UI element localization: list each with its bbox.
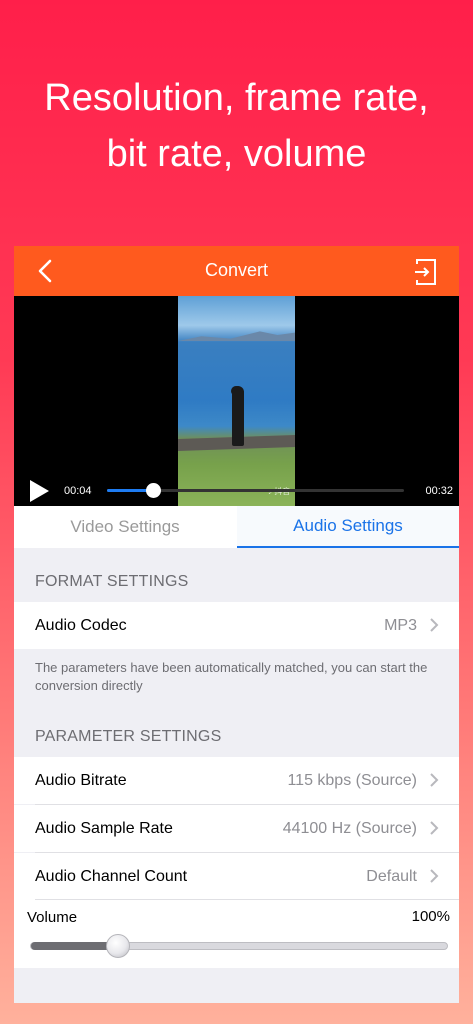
volume-slider-thumb[interactable] <box>106 934 131 958</box>
video-player[interactable]: ♪ 抖音 00:04 00:32 <box>14 296 459 506</box>
volume-value: 100% <box>411 908 450 925</box>
nav-bar: Convert <box>14 246 459 296</box>
play-icon[interactable] <box>28 479 50 503</box>
app-screen: Convert ♪ 抖音 00:04 00:32 Video Settings … <box>14 246 459 1003</box>
total-time: 00:32 <box>425 485 453 497</box>
audio-bitrate-label: Audio Bitrate <box>35 772 127 789</box>
volume-slider[interactable] <box>30 934 448 958</box>
volume-label: Volume <box>27 909 78 926</box>
settings-tabs: Video Settings Audio Settings <box>14 506 459 548</box>
audio-codec-row[interactable]: Audio Codec MP3 <box>14 602 459 649</box>
auto-match-hint: The parameters have been automatically m… <box>35 660 428 693</box>
audio-sample-rate-value: 44100 Hz (Source) <box>282 820 417 837</box>
parameter-settings-header: PARAMETER SETTINGS <box>35 728 222 745</box>
video-person <box>232 386 244 446</box>
progress-thumb[interactable] <box>146 483 162 498</box>
volume-control: Volume 100% <box>14 900 459 968</box>
chevron-right-icon <box>430 869 439 883</box>
audio-channel-count-label: Audio Channel Count <box>35 868 188 885</box>
chevron-right-icon <box>430 773 439 787</box>
audio-channel-count-value: Default <box>366 868 417 885</box>
chevron-right-icon <box>430 618 439 632</box>
audio-channel-count-row[interactable]: Audio Channel Count Default <box>14 853 459 900</box>
audio-codec-value: MP3 <box>384 617 417 634</box>
audio-sample-rate-label: Audio Sample Rate <box>35 820 173 837</box>
headline-line-1: Resolution, frame rate, <box>44 77 429 119</box>
export-icon[interactable] <box>413 258 439 286</box>
volume-slider-fill <box>31 942 119 950</box>
video-frame: ♪ 抖音 <box>178 296 295 506</box>
promo-headline: Resolution, frame rate, bit rate, volume <box>0 70 473 182</box>
audio-sample-rate-row[interactable]: Audio Sample Rate 44100 Hz (Source) <box>14 805 459 852</box>
chevron-right-icon <box>430 821 439 835</box>
video-mountains <box>178 331 295 341</box>
tab-audio-settings[interactable]: Audio Settings <box>237 506 459 548</box>
audio-bitrate-value: 115 kbps (Source) <box>287 772 417 789</box>
audio-codec-label: Audio Codec <box>35 617 127 634</box>
tab-video-settings[interactable]: Video Settings <box>14 506 236 548</box>
current-time: 00:04 <box>64 485 92 497</box>
progress-bar[interactable] <box>107 483 404 498</box>
headline-line-2: bit rate, volume <box>106 133 367 175</box>
page-title: Convert <box>204 260 269 280</box>
audio-bitrate-row[interactable]: Audio Bitrate 115 kbps (Source) <box>14 757 459 804</box>
format-settings-header: FORMAT SETTINGS <box>35 573 189 590</box>
